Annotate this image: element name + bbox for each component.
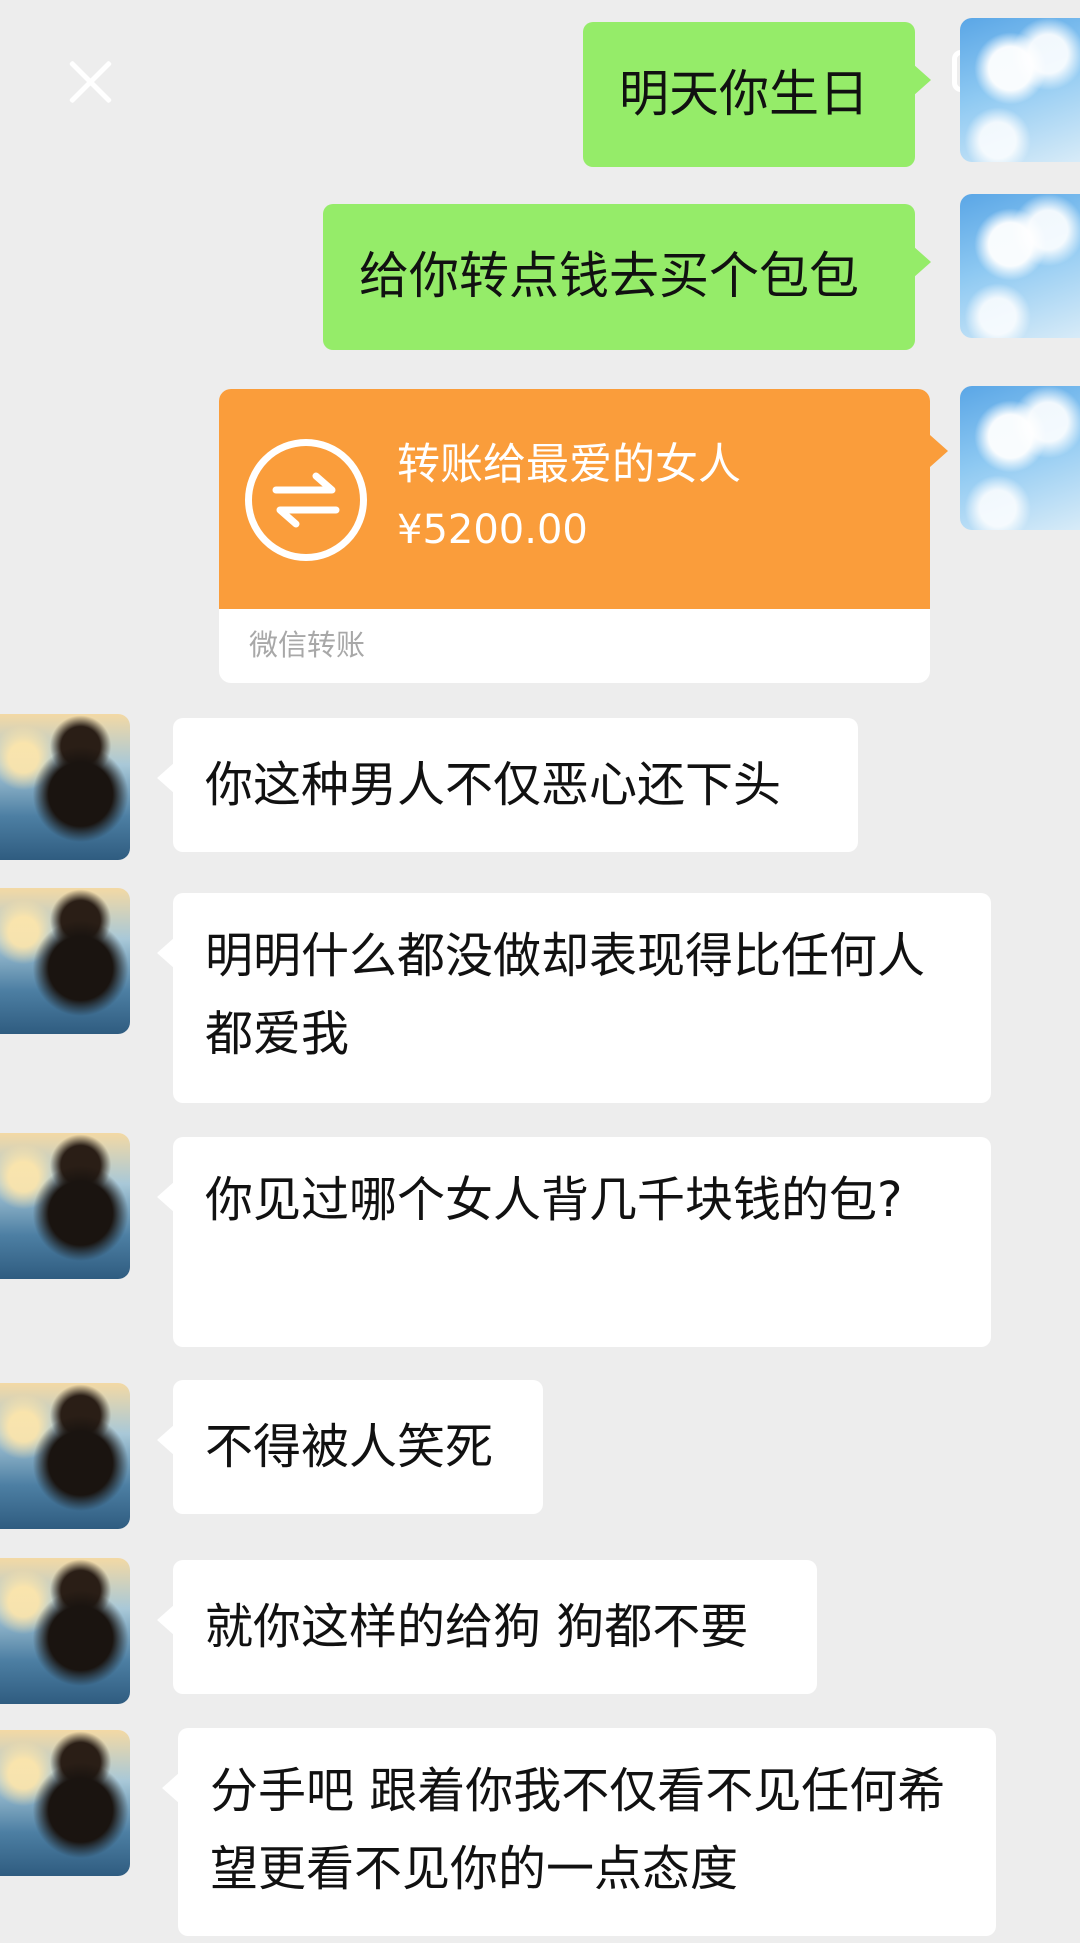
message-text: 不得被人笑死 <box>205 1419 494 1475</box>
message-text: 明天你生日 <box>619 65 869 123</box>
message-bubble-received[interactable]: 你这种男人不仅恶心还下头 <box>157 718 858 852</box>
message-bubble-received[interactable]: 分手吧 跟着你我不仅看不见任何希望更看不见你的一点态度 <box>162 1728 996 1936</box>
receiver-avatar[interactable] <box>0 1558 130 1704</box>
transfer-title: 转账给最爱的女人 <box>397 440 741 490</box>
sender-avatar[interactable] <box>960 18 1080 162</box>
message-text: 分手吧 跟着你我不仅看不见任何希望更看不见你的一点态度 <box>210 1763 946 1897</box>
transfer-arrows-icon <box>245 439 367 561</box>
receiver-avatar[interactable] <box>0 1133 130 1279</box>
receiver-avatar[interactable] <box>0 1383 130 1529</box>
message-bubble-sent[interactable]: 给你转点钱去买个包包 <box>323 204 931 350</box>
message-text: 就你这样的给狗 狗都不要 <box>205 1599 749 1655</box>
transfer-card[interactable]: 转账给最爱的女人 ¥5200.00 微信转账 <box>219 389 930 683</box>
transfer-footer-label: 微信转账 <box>249 628 366 662</box>
message-text: 你这种男人不仅恶心还下头 <box>205 757 782 813</box>
sender-avatar[interactable] <box>960 194 1080 338</box>
receiver-avatar[interactable] <box>0 714 130 860</box>
message-bubble-received[interactable]: 就你这样的给狗 狗都不要 <box>157 1560 817 1694</box>
transfer-amount: ¥5200.00 <box>397 507 588 553</box>
message-text: 明明什么都没做却表现得比任何人都爱我 <box>205 928 926 1062</box>
message-bubble-received[interactable]: 明明什么都没做却表现得比任何人都爱我 <box>157 893 991 1103</box>
message-text: 你见过哪个女人背几千块钱的包? <box>205 1172 903 1228</box>
sender-avatar[interactable] <box>960 386 1080 530</box>
message-bubble-received[interactable]: 你见过哪个女人背几千块钱的包? <box>157 1137 991 1347</box>
transfer-card-tail <box>930 435 948 467</box>
message-text: 给你转点钱去买个包包 <box>359 247 859 305</box>
message-bubble-sent[interactable]: 明天你生日 <box>583 22 931 167</box>
transfer-card-header: 转账给最爱的女人 ¥5200.00 <box>219 389 930 609</box>
receiver-avatar[interactable] <box>0 1730 130 1876</box>
close-icon[interactable] <box>66 56 116 106</box>
receiver-avatar[interactable] <box>0 888 130 1034</box>
message-bubble-received[interactable]: 不得被人笑死 <box>157 1380 543 1514</box>
